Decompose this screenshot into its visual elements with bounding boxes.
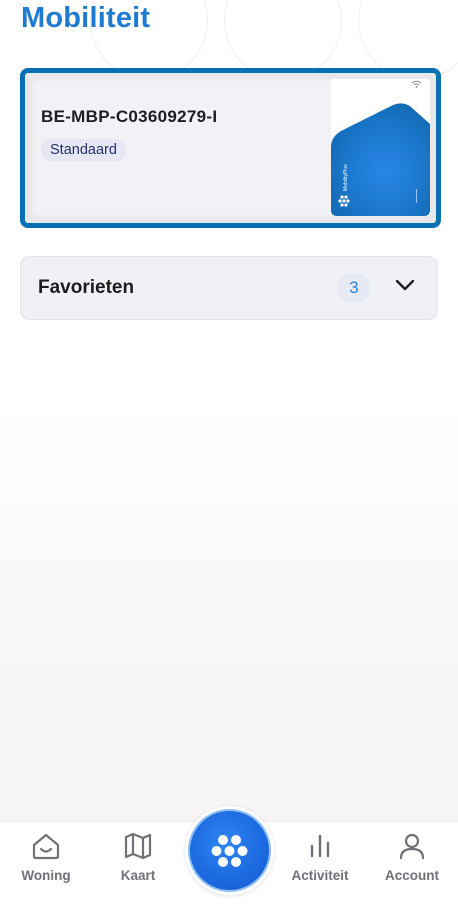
map-icon <box>123 832 153 865</box>
card-tier-badge: Standaard <box>41 139 126 161</box>
home-icon <box>31 832 61 865</box>
card-image: MobilityPlus <box>331 79 430 216</box>
chevron-down-icon[interactable] <box>395 278 415 297</box>
card-id: BE-MBP-C03609279-I <box>41 107 218 126</box>
center-action-button[interactable] <box>185 806 274 895</box>
user-icon <box>397 832 427 865</box>
favorites-label: Favorieten <box>38 277 135 298</box>
bar-chart-icon <box>305 832 335 865</box>
nav-label-account: Account <box>385 868 439 883</box>
nav-item-kaart[interactable]: Kaart <box>98 822 178 904</box>
mobility-screen: Mobiliteit BE-MBP-C03609279-I Standaard <box>0 0 458 904</box>
contactless-icon <box>411 80 422 88</box>
nav-item-woning[interactable]: Woning <box>6 822 86 904</box>
favorites-accordion[interactable]: Favorieten 3 <box>20 256 438 320</box>
nav-label-activiteit: Activiteit <box>291 868 349 883</box>
charging-card[interactable]: BE-MBP-C03609279-I Standaard MobilityPlu… <box>20 68 441 228</box>
card-brand-text: MobilityPlus <box>343 164 349 191</box>
card-body: BE-MBP-C03609279-I Standaard MobilityPlu… <box>31 79 430 217</box>
nav-label-woning: Woning <box>21 868 71 883</box>
page-title: Mobiliteit <box>21 2 151 34</box>
nav-item-activiteit[interactable]: Activiteit <box>280 822 360 904</box>
mobilityplus-logo-icon <box>211 835 248 867</box>
nav-item-account[interactable]: Account <box>372 822 452 904</box>
nav-label-kaart: Kaart <box>120 868 156 883</box>
favorites-count-badge: 3 <box>337 273 371 303</box>
center-button-face <box>188 809 271 892</box>
